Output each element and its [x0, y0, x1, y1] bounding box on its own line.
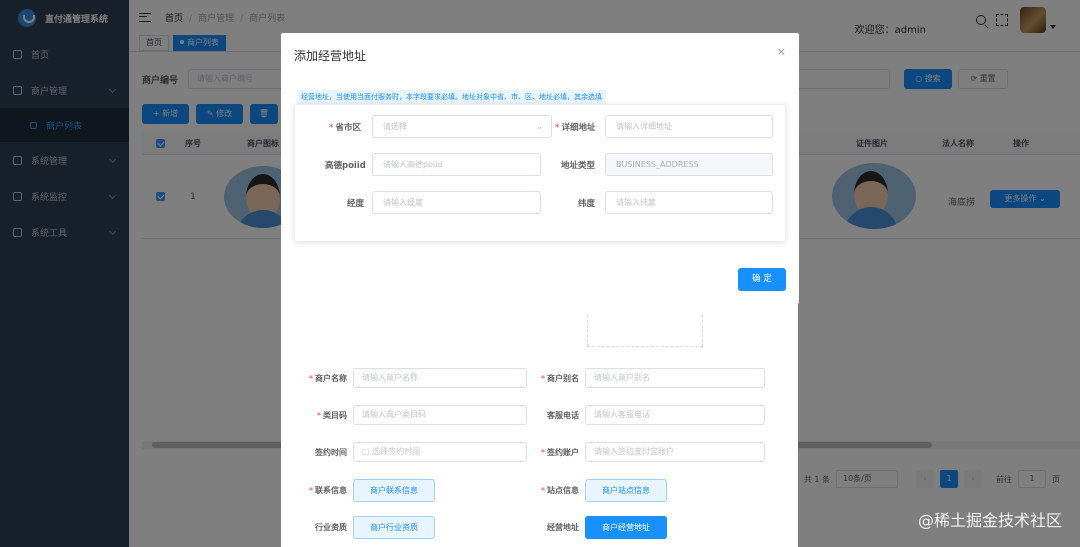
industry-row: 行业资质 商户行业资质	[301, 516, 435, 539]
dialog-title: 添加经营地址	[294, 49, 367, 63]
merchant-name-label: * 商户名称	[308, 373, 347, 383]
confirm-button[interactable]: 确 定	[738, 268, 786, 291]
merchant-alias-input[interactable]: 请输入商户别名	[585, 368, 765, 388]
industry-button[interactable]: 商户行业资质	[353, 516, 435, 539]
merchant-alias-label: * 商户别名	[540, 373, 579, 383]
site-label: * 站点信息	[540, 486, 579, 495]
address-button[interactable]: 商户经营地址	[585, 516, 667, 539]
site-info-button[interactable]: 商户站点信息	[585, 479, 667, 502]
longitude-input[interactable]: 请输入经度	[372, 191, 541, 214]
category-label: * 类目码	[316, 410, 347, 420]
sign-account-row: * 签约账户 请输入签约支付宝账户	[533, 442, 765, 462]
upload-area[interactable]	[587, 315, 703, 347]
service-phone-row: 客服电话 请输入客服电话	[533, 405, 765, 425]
watermark: @稀土掘金技术社区	[917, 511, 1062, 530]
latitude-label: 纬度	[578, 199, 596, 209]
contact-info-button[interactable]: 商户联系信息	[353, 479, 435, 502]
detail-address-label: * 详细地址	[555, 123, 596, 133]
merchant-name-input[interactable]: 请输入商户名称	[353, 368, 527, 388]
sign-time-picker[interactable]: ▢ 选择签约时间	[353, 442, 527, 462]
chevron-down-icon: ⌄	[536, 122, 543, 131]
address-type-label: 地址类型	[561, 161, 596, 171]
province-placeholder: 请选择	[383, 122, 407, 131]
longitude-label: 经度	[347, 199, 365, 209]
service-phone-label: 客服电话	[547, 410, 579, 420]
detail-address-input[interactable]: 请输入详细地址	[605, 115, 773, 138]
site-row: * 站点信息 商户站点信息	[533, 479, 667, 502]
sign-time-label: 签约时间	[315, 447, 347, 457]
category-row: * 类目码 请输入商户类目码	[301, 405, 527, 425]
category-input[interactable]: 请输入商户类目码	[353, 405, 527, 425]
poiid-input[interactable]: 请输入高德poiid	[372, 153, 541, 176]
close-icon[interactable]: ×	[777, 45, 786, 58]
merchant-form-dialog: * 商户名称 请输入商户名称 * 商户别名 请输入商户别名 * 类目码 请输入商户类目…	[281, 295, 798, 547]
sign-time-placeholder: 选择签约时间	[372, 447, 421, 456]
poiid-label: 高德poiid	[325, 161, 366, 171]
address-form-card: * 省市区 请选择 ⌄ * 详细地址 请输入详细地址 高德poiid 请输入高德poi…	[294, 104, 786, 242]
contact-row: * 联系信息 商户联系信息	[301, 479, 435, 502]
sign-account-label: * 签约账户	[540, 447, 579, 457]
address-tip: 经营地址，当使用当面付服务时，本字段要求必填。地址对象中省、市、区、地址必填，其…	[297, 90, 606, 104]
contact-label: * 联系信息	[308, 486, 347, 495]
add-address-dialog: 添加经营地址 × 经营地址，当使用当面付服务时，本字段要求必填。地址对象中省、市…	[281, 33, 799, 304]
address-row: 经营地址 商户经营地址	[533, 516, 667, 539]
merchant-alias-row: * 商户别名 请输入商户别名	[533, 368, 765, 388]
province-label: * 省市区	[329, 123, 361, 133]
sign-account-input[interactable]: 请输入签约支付宝账户	[585, 442, 765, 462]
service-phone-input[interactable]: 请输入客服电话	[585, 405, 765, 425]
province-select[interactable]: 请选择 ⌄	[372, 115, 552, 138]
latitude-input[interactable]: 请输入纬度	[605, 191, 773, 214]
sign-time-row: 签约时间 ▢ 选择签约时间	[301, 442, 527, 462]
calendar-icon: ▢	[362, 447, 373, 456]
merchant-name-row: * 商户名称 请输入商户名称	[301, 368, 527, 388]
industry-label: 行业资质	[315, 523, 347, 532]
address-label: 经营地址	[547, 523, 579, 532]
address-type-input: BUSINESS_ADDRESS	[605, 153, 773, 176]
